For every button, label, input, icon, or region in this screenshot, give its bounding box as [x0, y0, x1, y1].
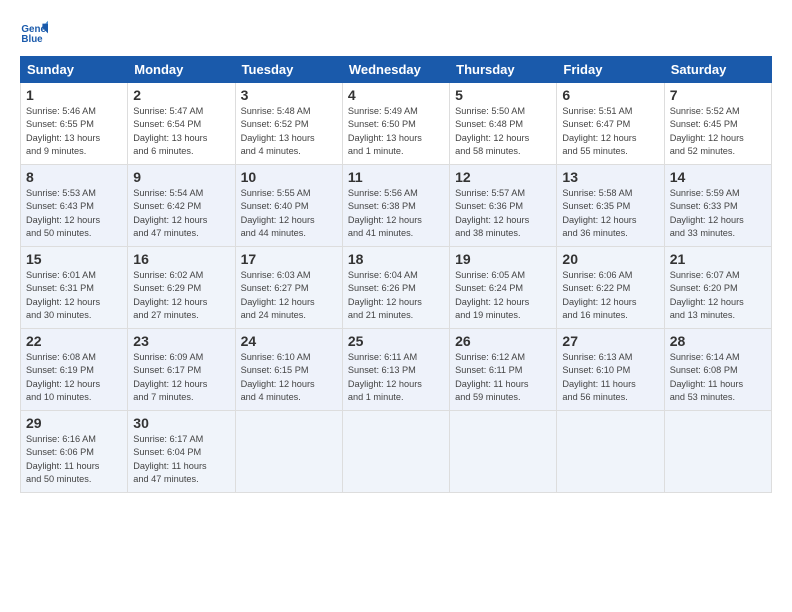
table-row: 12Sunrise: 5:57 AMSunset: 6:36 PMDayligh…	[450, 165, 557, 247]
table-row: 10Sunrise: 5:55 AMSunset: 6:40 PMDayligh…	[235, 165, 342, 247]
table-row: 11Sunrise: 5:56 AMSunset: 6:38 PMDayligh…	[342, 165, 449, 247]
col-friday: Friday	[557, 57, 664, 83]
table-row: 6Sunrise: 5:51 AMSunset: 6:47 PMDaylight…	[557, 83, 664, 165]
table-row: 9Sunrise: 5:54 AMSunset: 6:42 PMDaylight…	[128, 165, 235, 247]
table-row: 28Sunrise: 6:14 AMSunset: 6:08 PMDayligh…	[664, 329, 771, 411]
table-row: 7Sunrise: 5:52 AMSunset: 6:45 PMDaylight…	[664, 83, 771, 165]
calendar-week-5: 29Sunrise: 6:16 AMSunset: 6:06 PMDayligh…	[21, 411, 772, 493]
table-row	[664, 411, 771, 493]
table-row: 17Sunrise: 6:03 AMSunset: 6:27 PMDayligh…	[235, 247, 342, 329]
table-row	[557, 411, 664, 493]
table-row: 24Sunrise: 6:10 AMSunset: 6:15 PMDayligh…	[235, 329, 342, 411]
table-row: 26Sunrise: 6:12 AMSunset: 6:11 PMDayligh…	[450, 329, 557, 411]
logo: General Blue	[20, 18, 54, 46]
table-row: 29Sunrise: 6:16 AMSunset: 6:06 PMDayligh…	[21, 411, 128, 493]
col-monday: Monday	[128, 57, 235, 83]
calendar-week-2: 8Sunrise: 5:53 AMSunset: 6:43 PMDaylight…	[21, 165, 772, 247]
logo-icon: General Blue	[20, 18, 48, 46]
col-thursday: Thursday	[450, 57, 557, 83]
table-row	[235, 411, 342, 493]
calendar-table: Sunday Monday Tuesday Wednesday Thursday…	[20, 56, 772, 493]
table-row: 2Sunrise: 5:47 AMSunset: 6:54 PMDaylight…	[128, 83, 235, 165]
col-tuesday: Tuesday	[235, 57, 342, 83]
table-row	[450, 411, 557, 493]
table-row: 4Sunrise: 5:49 AMSunset: 6:50 PMDaylight…	[342, 83, 449, 165]
calendar-week-4: 22Sunrise: 6:08 AMSunset: 6:19 PMDayligh…	[21, 329, 772, 411]
table-row: 8Sunrise: 5:53 AMSunset: 6:43 PMDaylight…	[21, 165, 128, 247]
svg-text:Blue: Blue	[21, 34, 43, 45]
table-row: 23Sunrise: 6:09 AMSunset: 6:17 PMDayligh…	[128, 329, 235, 411]
table-row: 13Sunrise: 5:58 AMSunset: 6:35 PMDayligh…	[557, 165, 664, 247]
table-row	[342, 411, 449, 493]
col-sunday: Sunday	[21, 57, 128, 83]
table-row: 15Sunrise: 6:01 AMSunset: 6:31 PMDayligh…	[21, 247, 128, 329]
calendar-week-1: 1Sunrise: 5:46 AMSunset: 6:55 PMDaylight…	[21, 83, 772, 165]
table-row: 16Sunrise: 6:02 AMSunset: 6:29 PMDayligh…	[128, 247, 235, 329]
table-row: 14Sunrise: 5:59 AMSunset: 6:33 PMDayligh…	[664, 165, 771, 247]
table-row: 18Sunrise: 6:04 AMSunset: 6:26 PMDayligh…	[342, 247, 449, 329]
table-row: 1Sunrise: 5:46 AMSunset: 6:55 PMDaylight…	[21, 83, 128, 165]
table-row: 5Sunrise: 5:50 AMSunset: 6:48 PMDaylight…	[450, 83, 557, 165]
table-row: 21Sunrise: 6:07 AMSunset: 6:20 PMDayligh…	[664, 247, 771, 329]
calendar-header-row: Sunday Monday Tuesday Wednesday Thursday…	[21, 57, 772, 83]
table-row: 27Sunrise: 6:13 AMSunset: 6:10 PMDayligh…	[557, 329, 664, 411]
table-row: 19Sunrise: 6:05 AMSunset: 6:24 PMDayligh…	[450, 247, 557, 329]
table-row: 20Sunrise: 6:06 AMSunset: 6:22 PMDayligh…	[557, 247, 664, 329]
table-row: 3Sunrise: 5:48 AMSunset: 6:52 PMDaylight…	[235, 83, 342, 165]
col-wednesday: Wednesday	[342, 57, 449, 83]
calendar-week-3: 15Sunrise: 6:01 AMSunset: 6:31 PMDayligh…	[21, 247, 772, 329]
table-row: 25Sunrise: 6:11 AMSunset: 6:13 PMDayligh…	[342, 329, 449, 411]
col-saturday: Saturday	[664, 57, 771, 83]
header: General Blue	[20, 18, 772, 46]
table-row: 22Sunrise: 6:08 AMSunset: 6:19 PMDayligh…	[21, 329, 128, 411]
table-row: 30Sunrise: 6:17 AMSunset: 6:04 PMDayligh…	[128, 411, 235, 493]
page-container: General Blue Sunday Monday Tuesday Wedne…	[0, 0, 792, 503]
